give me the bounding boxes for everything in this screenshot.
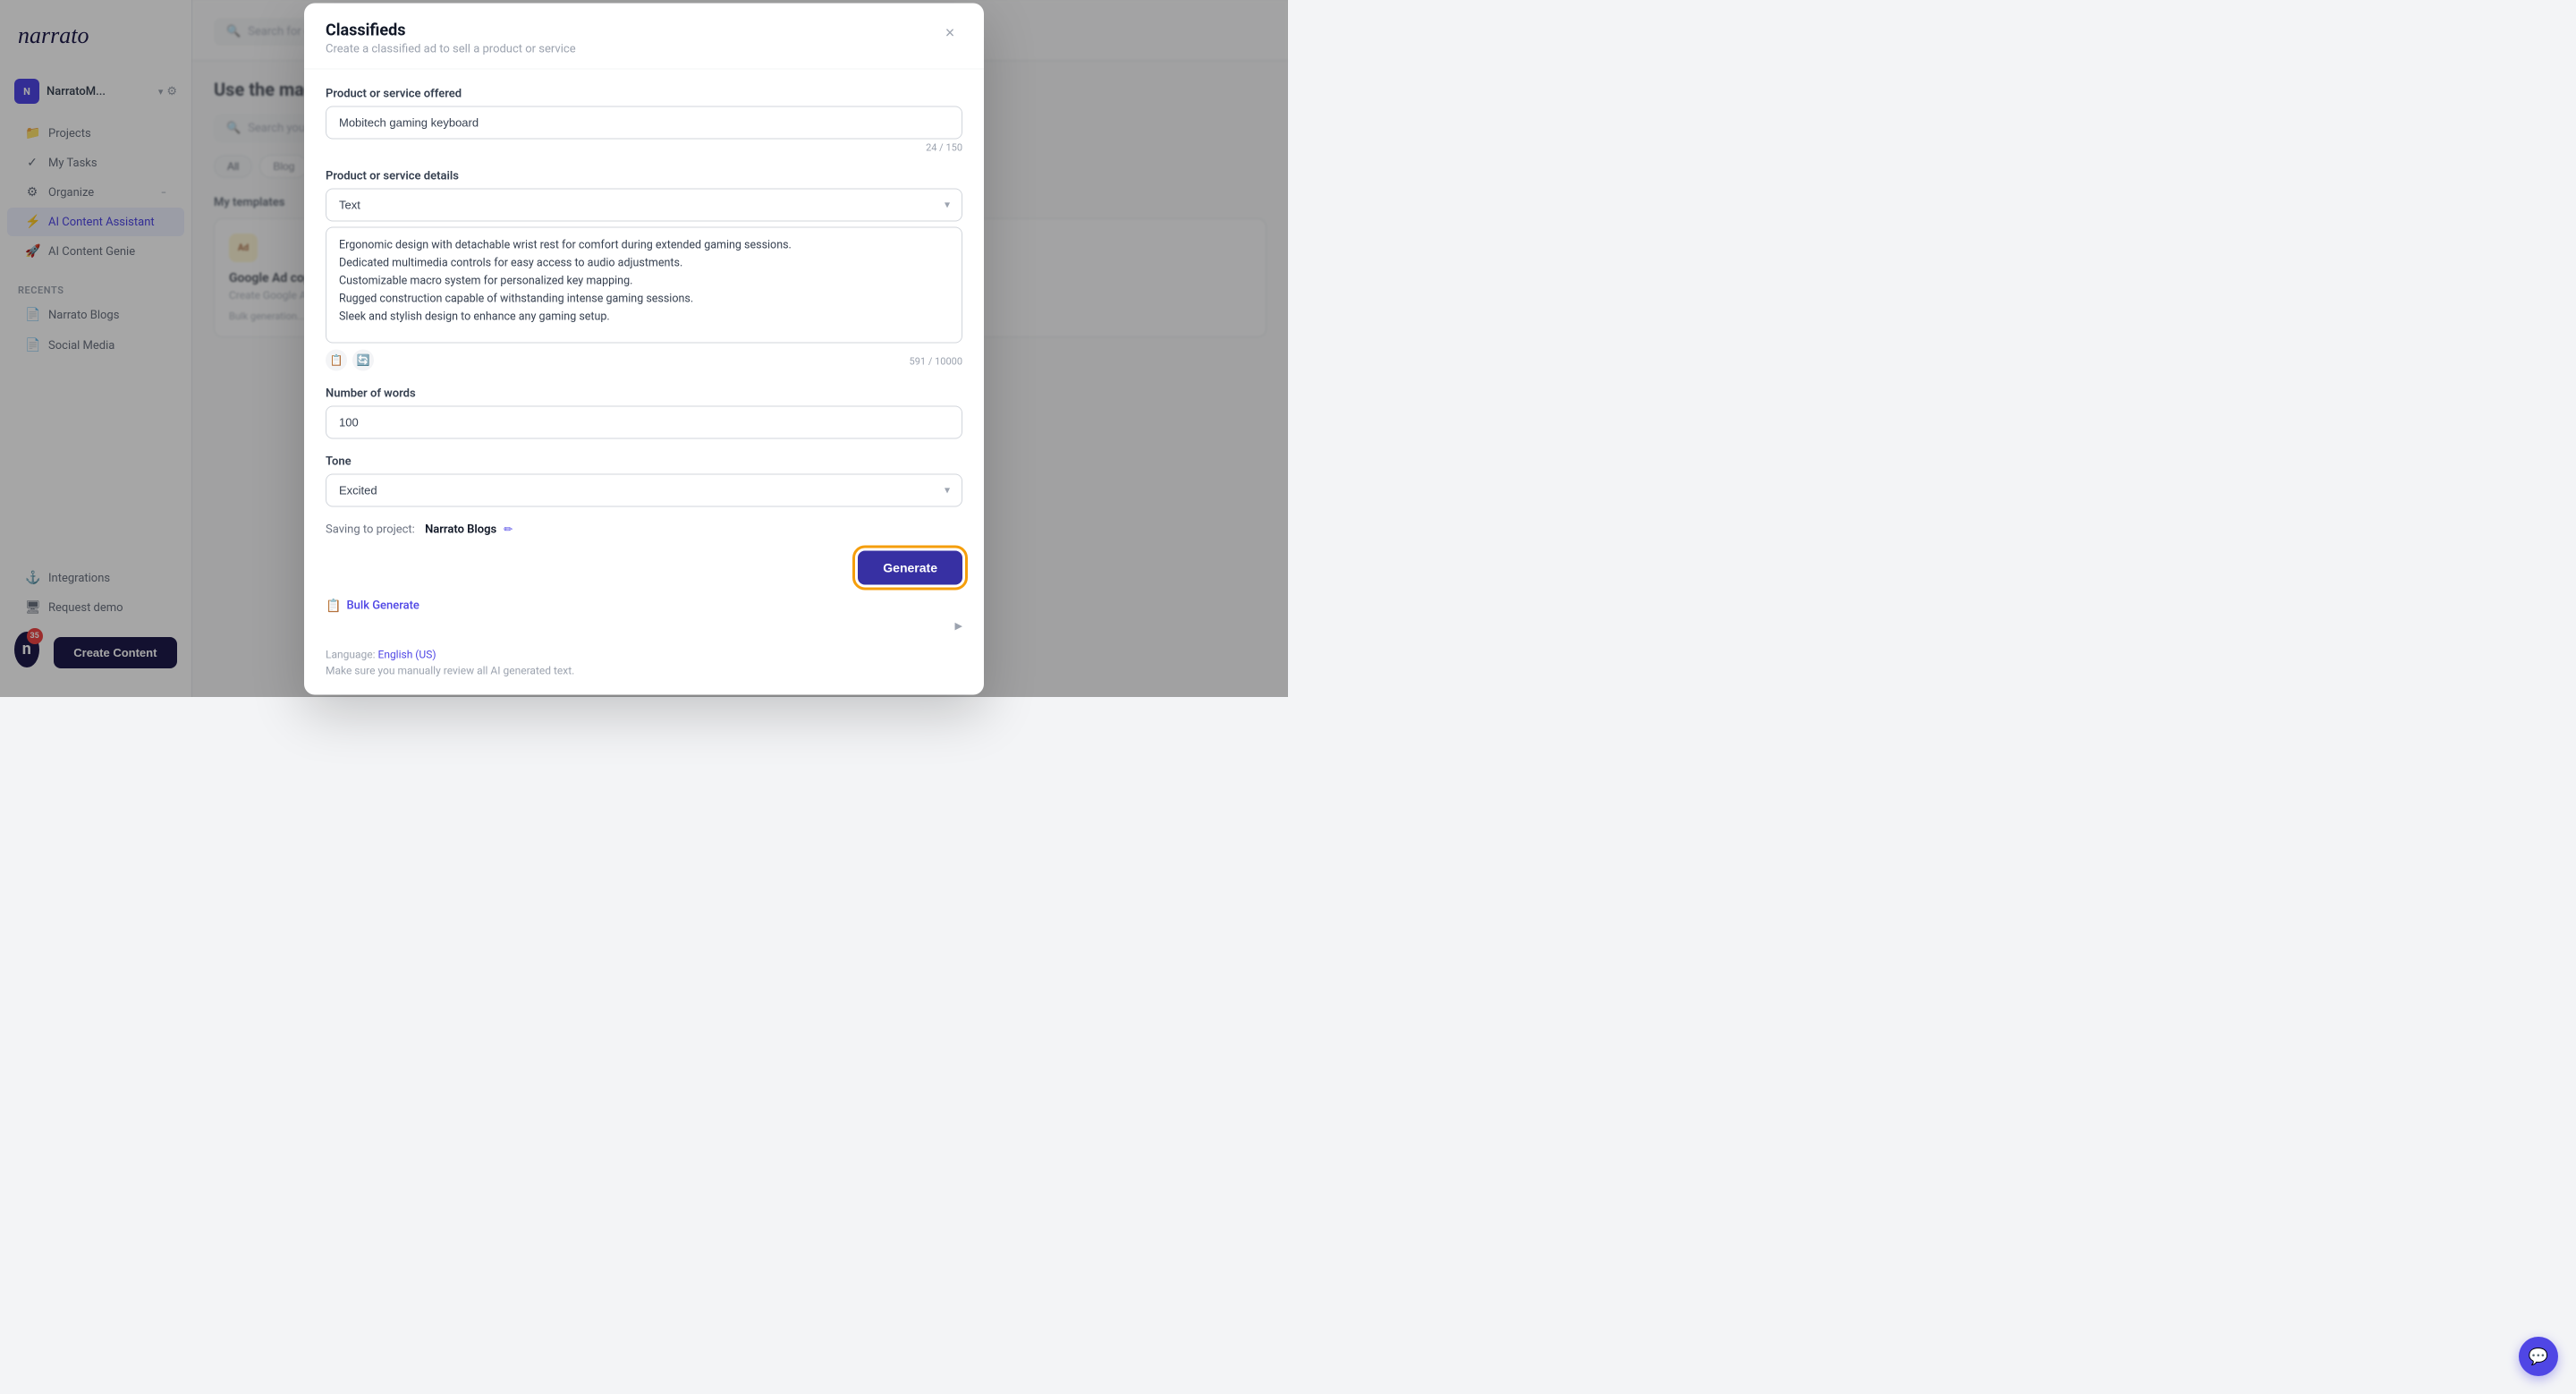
- classifieds-modal: Classifieds Create a classified ad to se…: [304, 3, 984, 694]
- details-char-count: 591 / 10000: [910, 355, 962, 367]
- modal-close-button[interactable]: ×: [937, 21, 962, 46]
- words-field-group: Number of words: [326, 387, 962, 438]
- tone-select-wrapper: Excited Professional Casual Formal Frien…: [326, 473, 962, 506]
- product-char-count: 24 / 150: [326, 141, 962, 153]
- bulk-generate-link[interactable]: 📋 Bulk Generate: [326, 599, 962, 613]
- saving-to: Saving to project: Narrato Blogs ✏: [326, 523, 962, 536]
- modal-actions: Generate: [326, 550, 962, 584]
- details-type-wrapper: Text Bullet Points Numbered List ▾: [326, 188, 962, 221]
- words-input[interactable]: [326, 405, 962, 438]
- modal-body: Product or service offered 24 / 150 Prod…: [304, 69, 984, 694]
- words-label: Number of words: [326, 387, 962, 400]
- copy-icon[interactable]: 📋: [326, 349, 347, 370]
- details-field-group: Product or service details Text Bullet P…: [326, 169, 962, 370]
- details-textarea[interactable]: Ergonomic design with detachable wrist r…: [326, 226, 962, 343]
- tone-label: Tone: [326, 455, 962, 468]
- chat-bubble-button[interactable]: 💬: [2519, 1337, 2558, 1376]
- details-label: Product or service details: [326, 169, 962, 183]
- product-label: Product or service offered: [326, 87, 962, 100]
- modal-footer-note: Language: English (US): [326, 648, 962, 660]
- modal-title: Classifieds: [326, 21, 576, 39]
- refresh-icon[interactable]: 🔄: [352, 349, 374, 370]
- product-field-group: Product or service offered 24 / 150: [326, 87, 962, 153]
- expand-icon: ▶: [955, 620, 962, 632]
- details-type-select[interactable]: Text Bullet Points Numbered List: [326, 188, 962, 221]
- disclaimer: Make sure you manually review all AI gen…: [326, 664, 962, 676]
- edit-project-icon[interactable]: ✏: [504, 523, 513, 536]
- modal-subtitle: Create a classified ad to sell a product…: [326, 42, 576, 55]
- tone-field-group: Tone Excited Professional Casual Formal …: [326, 455, 962, 506]
- bulk-icon: 📋: [326, 599, 341, 613]
- generate-button[interactable]: Generate: [858, 550, 962, 584]
- saving-label: Saving to project:: [326, 523, 415, 536]
- tone-select[interactable]: Excited Professional Casual Formal Frien…: [326, 473, 962, 506]
- language-link[interactable]: English (US): [378, 648, 436, 660]
- product-input[interactable]: [326, 106, 962, 139]
- saving-project-link[interactable]: Narrato Blogs: [425, 523, 496, 536]
- chat-icon: 💬: [2529, 1347, 2548, 1366]
- language-label: Language:: [326, 648, 376, 660]
- modal-header: Classifieds Create a classified ad to se…: [304, 3, 984, 69]
